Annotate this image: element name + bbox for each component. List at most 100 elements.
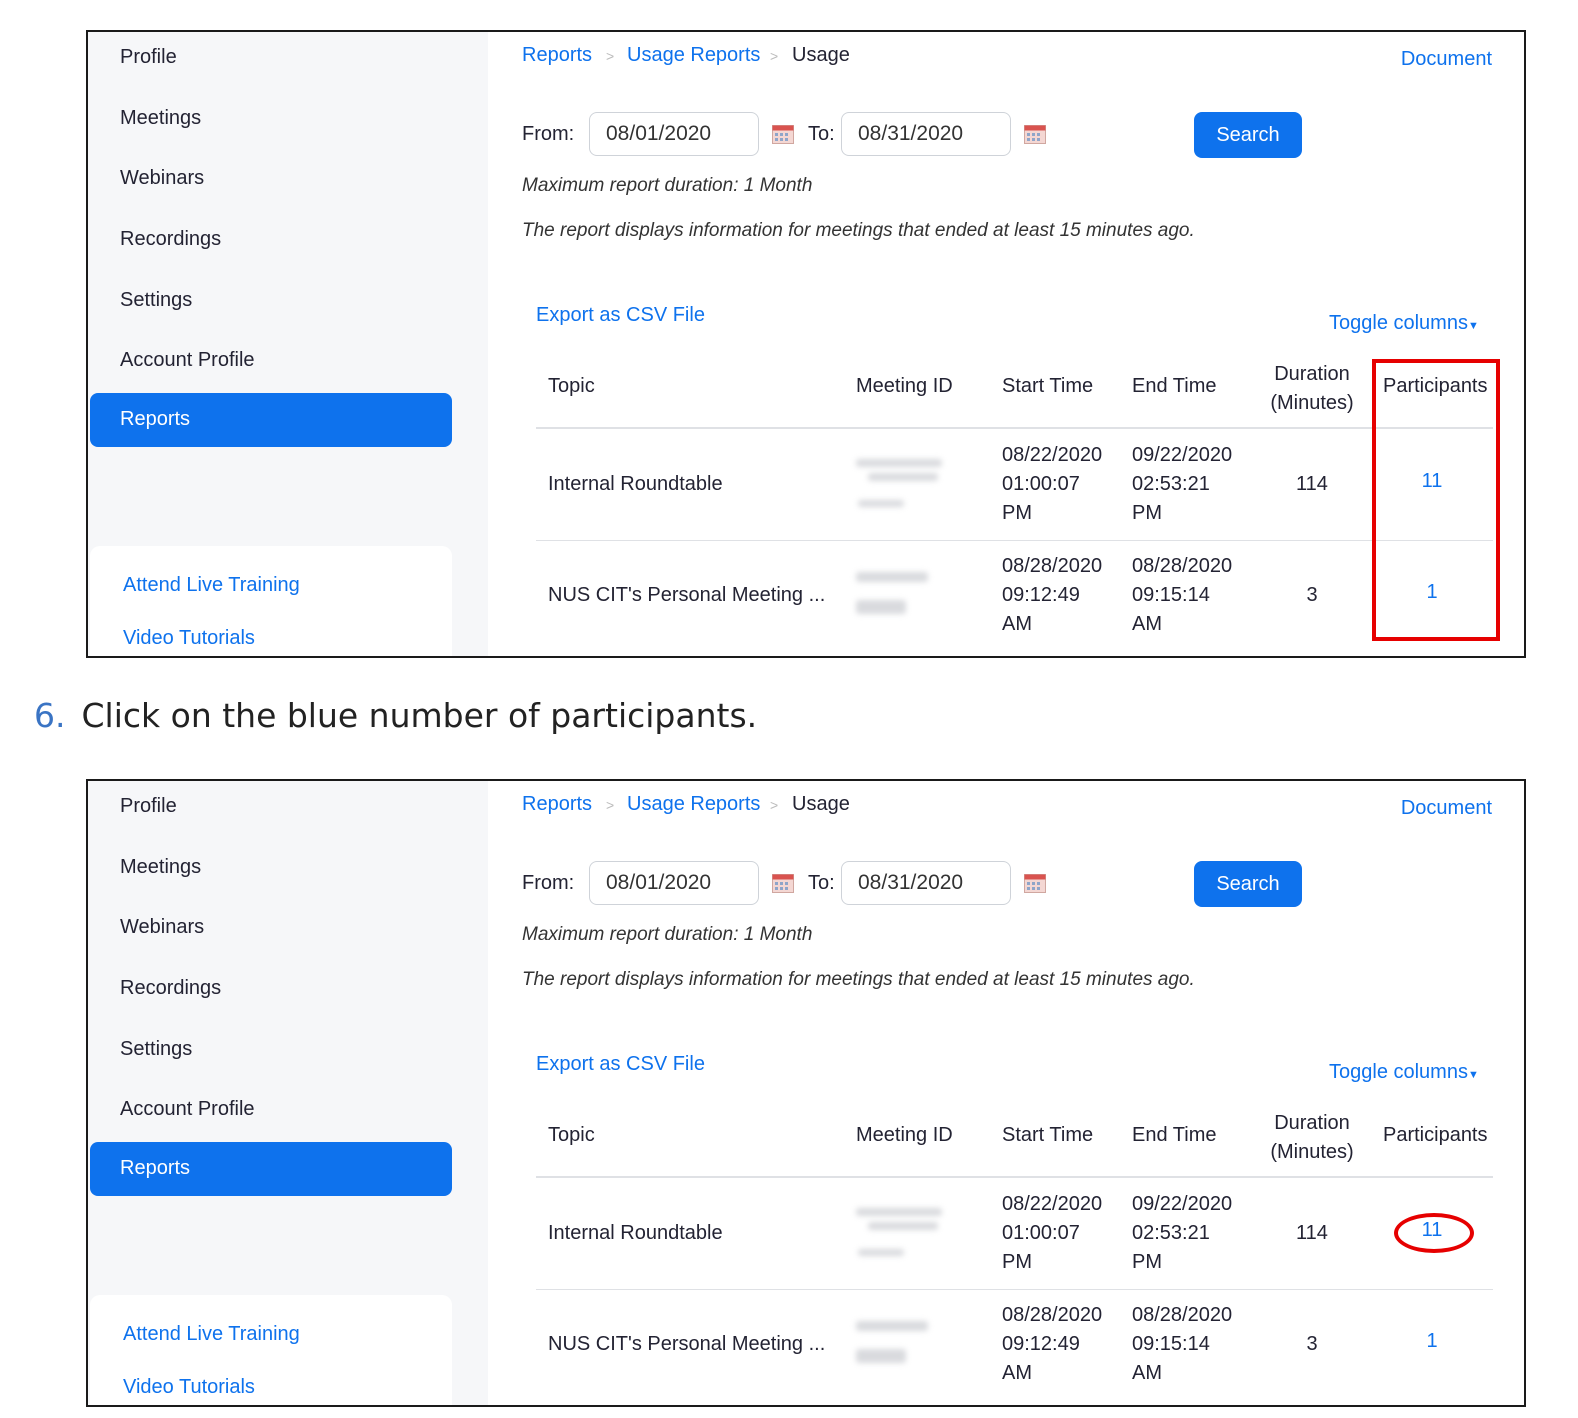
search-button[interactable]: Search (1194, 861, 1302, 907)
duration-header-line2: (Minutes) (1270, 1141, 1354, 1163)
breadcrumb-usage-reports[interactable]: Usage Reports (627, 793, 760, 816)
sidebar-item-recordings[interactable]: Recordings (120, 977, 221, 1000)
sidebar-item-reports[interactable]: Reports (90, 393, 452, 447)
export-csv-link[interactable]: Export as CSV File (536, 304, 705, 327)
step-text: Click on the blue number of participants… (81, 696, 758, 735)
screenshot-participants-click: Profile Meetings Webinars Recordings Set… (86, 779, 1526, 1407)
column-header-start-time: Start Time (1002, 375, 1094, 397)
row-start-time: 08/28/2020 09:12:49 AM (1002, 552, 1102, 639)
breadcrumb-separator-icon: > (606, 797, 615, 813)
start-date: 08/28/2020 (1002, 555, 1103, 577)
from-date-input[interactable] (589, 112, 759, 156)
attend-live-training-link[interactable]: Attend Live Training (123, 1323, 300, 1346)
sidebar: Profile Meetings Webinars Recordings Set… (88, 32, 488, 656)
breadcrumb-reports[interactable]: Reports (522, 44, 592, 67)
column-header-topic: Topic (548, 1124, 595, 1146)
end-clock: 02:53:21 (1132, 1222, 1210, 1244)
column-header-meeting-id: Meeting ID (856, 375, 953, 397)
toggle-columns-dropdown[interactable]: Toggle columns▼ (1329, 312, 1479, 335)
sidebar-item-reports[interactable]: Reports (90, 1142, 452, 1196)
sidebar-item-settings[interactable]: Settings (120, 289, 192, 312)
row-duration: 3 (1306, 1333, 1318, 1355)
row-duration: 3 (1306, 584, 1318, 606)
start-ampm: AM (1002, 613, 1032, 635)
report-info-note: The report displays information for meet… (522, 220, 1195, 241)
sidebar-item-settings[interactable]: Settings (120, 1038, 192, 1061)
document-link[interactable]: Document (1401, 48, 1492, 71)
breadcrumb-usage-reports[interactable]: Usage Reports (627, 44, 760, 67)
help-card: Attend Live Training Video Tutorials (90, 1295, 452, 1405)
table-header-divider (536, 427, 1493, 429)
row-duration: 114 (1296, 1222, 1328, 1244)
video-tutorials-link[interactable]: Video Tutorials (123, 1376, 255, 1399)
table-header-divider (536, 1176, 1493, 1178)
toggle-columns-label: Toggle columns (1329, 312, 1468, 334)
breadcrumb-separator-icon: > (770, 48, 779, 64)
breadcrumb-current: Usage (792, 793, 850, 815)
end-ampm: AM (1132, 1362, 1162, 1384)
to-date-input[interactable] (841, 112, 1011, 156)
sidebar-item-label: Reports (120, 1157, 191, 1179)
calendar-icon[interactable] (1024, 874, 1046, 893)
sidebar-item-webinars[interactable]: Webinars (120, 916, 204, 939)
sidebar-item-profile[interactable]: Profile (120, 795, 177, 818)
step-number: 6. (34, 696, 66, 735)
attend-live-training-link[interactable]: Attend Live Training (123, 574, 300, 597)
caret-down-icon: ▼ (1467, 320, 1479, 332)
row-divider (536, 1289, 1493, 1290)
breadcrumb-separator-icon: > (770, 797, 779, 813)
end-date: 08/28/2020 (1132, 555, 1233, 577)
toggle-columns-dropdown[interactable]: Toggle columns▼ (1329, 1061, 1479, 1084)
search-button[interactable]: Search (1194, 112, 1302, 158)
end-date: 09/22/2020 (1132, 1193, 1233, 1215)
end-date: 09/22/2020 (1132, 444, 1233, 466)
document-link[interactable]: Document (1401, 797, 1492, 820)
caret-down-icon: ▼ (1467, 1069, 1479, 1081)
row-end-time: 09/22/2020 02:53:21 PM (1132, 1190, 1232, 1277)
row-start-time: 08/22/2020 01:00:07 PM (1002, 1190, 1102, 1277)
row-topic: Internal Roundtable (548, 473, 723, 495)
end-ampm: PM (1132, 502, 1162, 524)
row-topic: Internal Roundtable (548, 1222, 723, 1244)
row-end-time: 08/28/2020 09:15:14 AM (1132, 1301, 1232, 1388)
breadcrumb-reports[interactable]: Reports (522, 793, 592, 816)
max-duration-note: Maximum report duration: 1 Month (522, 175, 813, 196)
sidebar-item-meetings[interactable]: Meetings (120, 107, 201, 130)
calendar-icon[interactable] (772, 125, 794, 144)
end-clock: 09:15:14 (1132, 1333, 1210, 1355)
sidebar-item-recordings[interactable]: Recordings (120, 228, 221, 251)
calendar-icon[interactable] (772, 874, 794, 893)
calendar-icon[interactable] (1024, 125, 1046, 144)
sidebar-item-profile[interactable]: Profile (120, 46, 177, 69)
start-date: 08/28/2020 (1002, 1304, 1103, 1326)
column-header-start-time: Start Time (1002, 1124, 1094, 1146)
instruction-step: 6. Click on the blue number of participan… (34, 696, 757, 735)
video-tutorials-link[interactable]: Video Tutorials (123, 627, 255, 650)
duration-header-line1: Duration (1274, 1112, 1350, 1134)
column-header-duration: Duration (Minutes) (1269, 360, 1355, 418)
breadcrumb-current: Usage (792, 44, 850, 66)
column-header-end-time: End Time (1132, 1124, 1217, 1146)
start-date: 08/22/2020 (1002, 1193, 1103, 1215)
start-date: 08/22/2020 (1002, 444, 1103, 466)
sidebar-item-meetings[interactable]: Meetings (120, 856, 201, 879)
row-topic: NUS CIT's Personal Meeting ... (548, 584, 826, 606)
export-csv-link[interactable]: Export as CSV File (536, 1053, 705, 1076)
from-date-input[interactable] (589, 861, 759, 905)
sidebar-item-account-profile[interactable]: Account Profile (120, 349, 255, 372)
column-header-participants: Participants (1383, 1124, 1488, 1146)
from-label: From: (522, 872, 575, 894)
start-ampm: PM (1002, 502, 1032, 524)
breadcrumb-separator-icon: > (606, 48, 615, 64)
sidebar-item-account-profile[interactable]: Account Profile (120, 1098, 255, 1121)
to-label: To: (808, 872, 835, 894)
to-date-input[interactable] (841, 861, 1011, 905)
start-clock: 09:12:49 (1002, 1333, 1080, 1355)
participants-count-link[interactable]: 1 (1402, 1330, 1462, 1353)
max-duration-note: Maximum report duration: 1 Month (522, 924, 813, 945)
participants-count-highlight (1394, 1213, 1474, 1253)
row-start-time: 08/22/2020 01:00:07 PM (1002, 441, 1102, 528)
report-info-note: The report displays information for meet… (522, 969, 1195, 990)
end-date: 08/28/2020 (1132, 1304, 1233, 1326)
sidebar-item-webinars[interactable]: Webinars (120, 167, 204, 190)
